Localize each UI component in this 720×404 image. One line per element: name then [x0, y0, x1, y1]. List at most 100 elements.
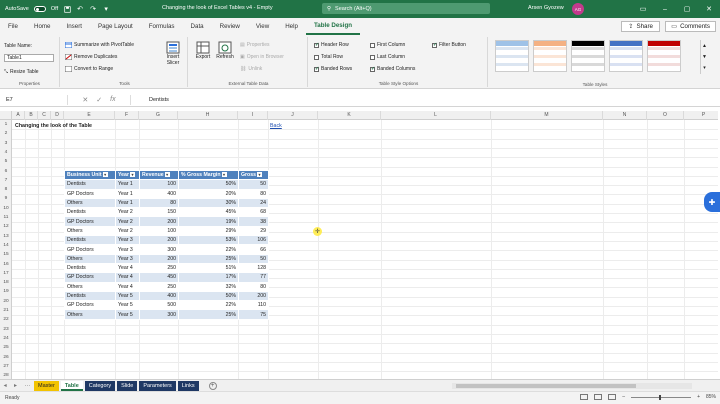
column-header[interactable]: H [178, 111, 238, 120]
tab-table-design[interactable]: Table Design [305, 18, 361, 35]
comments-button[interactable]: ▭ Comments [665, 21, 716, 32]
header-revenue[interactable]: Revenue ▾ [139, 169, 179, 181]
table-cell[interactable]: Year 2 [115, 225, 140, 237]
remove-duplicates-button[interactable]: Remove Duplicates [64, 53, 117, 61]
first-column-checkbox[interactable]: First Column [370, 42, 405, 48]
row-header[interactable]: 14 [0, 241, 12, 250]
search-box[interactable]: ⚲ Search (Alt+Q) [322, 3, 490, 14]
table-cell[interactable]: 200 [139, 216, 179, 227]
sheet-tab-parameters[interactable]: Parameters [139, 380, 176, 391]
column-header[interactable]: F [115, 111, 139, 120]
table-cell[interactable]: 50% [178, 290, 239, 302]
table-cell[interactable]: 250 [139, 262, 179, 274]
row-header[interactable]: 17 [0, 269, 12, 278]
table-cell[interactable]: 22% [178, 244, 239, 255]
table-cell[interactable]: 300 [139, 309, 179, 320]
table-cell[interactable]: Others [64, 225, 116, 237]
summarize-pivot-button[interactable]: Summarize with PivotTable [64, 41, 134, 49]
table-cell[interactable]: Year 1 [115, 197, 140, 209]
cancel-icon[interactable]: ✕ [82, 96, 88, 104]
table-cell[interactable]: Dentists [64, 207, 116, 218]
page-break-view-icon[interactable] [608, 394, 617, 400]
column-header[interactable]: K [318, 111, 381, 120]
table-cell[interactable]: Year 2 [115, 207, 140, 218]
row-header[interactable]: 7 [0, 176, 12, 185]
banded-columns-checkbox[interactable]: ✓ Banded Columns [370, 66, 415, 72]
tab-data[interactable]: Data [183, 18, 212, 35]
table-cell[interactable]: 80 [139, 197, 179, 209]
refresh-button[interactable]: Refresh [214, 41, 236, 61]
zoom-level[interactable]: 85% [706, 394, 716, 400]
total-row-checkbox[interactable]: Total Row [314, 54, 343, 60]
column-header[interactable]: E [64, 111, 115, 120]
filter-button-checkbox[interactable]: ✓ Filter Button [432, 42, 466, 48]
table-cell[interactable]: 80 [238, 281, 269, 292]
table-cell[interactable]: Year 3 [115, 253, 140, 264]
table-cell[interactable]: 51% [178, 262, 239, 274]
filter-arrow-icon[interactable]: ▾ [221, 172, 227, 178]
row-header[interactable]: 19 [0, 287, 12, 296]
unlink-button[interactable]: ⛓ Unlink [240, 66, 262, 72]
enter-icon[interactable]: ✓ [96, 96, 102, 104]
table-cell[interactable]: 200 [139, 235, 179, 246]
row-header[interactable]: 2 [0, 129, 12, 138]
table-cell[interactable]: 110 [238, 300, 269, 311]
row-header[interactable]: 16 [0, 260, 12, 269]
table-cell[interactable]: GP Doctors [64, 300, 116, 311]
column-header[interactable]: C [38, 111, 51, 120]
customize-toolbar-icon[interactable]: ▾ [102, 5, 110, 13]
row-header[interactable]: 15 [0, 250, 12, 259]
table-cell[interactable]: Dentists [64, 179, 116, 190]
table-cell[interactable]: 24 [238, 197, 269, 209]
table-style-swatch[interactable] [571, 40, 605, 72]
zoom-out-icon[interactable]: – [622, 394, 625, 400]
minimize-icon[interactable]: – [654, 0, 676, 18]
horizontal-scrollbar[interactable] [452, 383, 692, 389]
column-header[interactable]: I [238, 111, 268, 120]
table-cell[interactable]: GP Doctors [64, 216, 116, 227]
table-cell[interactable]: Dentists [64, 235, 116, 246]
table-cell[interactable]: 77 [238, 272, 269, 283]
row-header[interactable]: 28 [0, 371, 12, 379]
table-cell[interactable]: 22% [178, 300, 239, 311]
chevron-down-icon[interactable]: ▼ [702, 54, 707, 60]
filter-arrow-icon[interactable]: ▾ [257, 172, 262, 178]
column-header[interactable]: D [51, 111, 64, 120]
sheet-tab-links[interactable]: Links [177, 380, 199, 391]
table-cell[interactable]: 53% [178, 235, 239, 246]
table-cell[interactable]: 25% [178, 309, 239, 320]
table-cell[interactable]: 100 [139, 179, 179, 190]
normal-view-icon[interactable] [580, 394, 589, 400]
select-all-corner[interactable] [0, 111, 12, 120]
row-header[interactable]: 6 [0, 167, 12, 176]
open-in-browser-button[interactable]: ▣ Open in Browser [240, 54, 284, 60]
row-header[interactable]: 3 [0, 139, 12, 148]
table-cell[interactable]: Dentists [64, 290, 116, 302]
row-header[interactable]: 10 [0, 204, 12, 213]
row-header[interactable]: 23 [0, 325, 12, 334]
column-header[interactable]: G [139, 111, 178, 120]
table-cell[interactable]: 400 [139, 188, 179, 199]
user-name[interactable]: Arsen Gyozew [528, 5, 564, 11]
table-cell[interactable]: 17% [178, 272, 239, 283]
column-header[interactable]: B [25, 111, 38, 120]
header-gross-margin[interactable]: % Gross Margin ▾ [178, 169, 239, 181]
close-icon[interactable]: ✕ [698, 0, 720, 18]
table-cell[interactable]: GP Doctors [64, 244, 116, 255]
table-cell[interactable]: 128 [238, 262, 269, 274]
properties-button[interactable]: ▤ Properties [240, 42, 270, 48]
table-cell[interactable]: 20% [178, 188, 239, 199]
table-cell[interactable]: 50 [238, 253, 269, 264]
row-header[interactable]: 5 [0, 157, 12, 166]
table-cell[interactable]: Year 2 [115, 216, 140, 227]
header-year[interactable]: Year ▾ [115, 169, 140, 181]
row-header[interactable]: 26 [0, 353, 12, 362]
tab-file[interactable]: File [0, 18, 26, 35]
sheet-tab-slide[interactable]: Slide [117, 380, 138, 391]
filter-arrow-icon[interactable]: ▾ [102, 172, 108, 178]
table-cell[interactable]: Year 3 [115, 235, 140, 246]
last-column-checkbox[interactable]: Last Column [370, 54, 405, 60]
table-style-swatch[interactable] [495, 40, 529, 72]
tab-review[interactable]: Review [212, 18, 248, 35]
table-cell[interactable]: 300 [139, 244, 179, 255]
